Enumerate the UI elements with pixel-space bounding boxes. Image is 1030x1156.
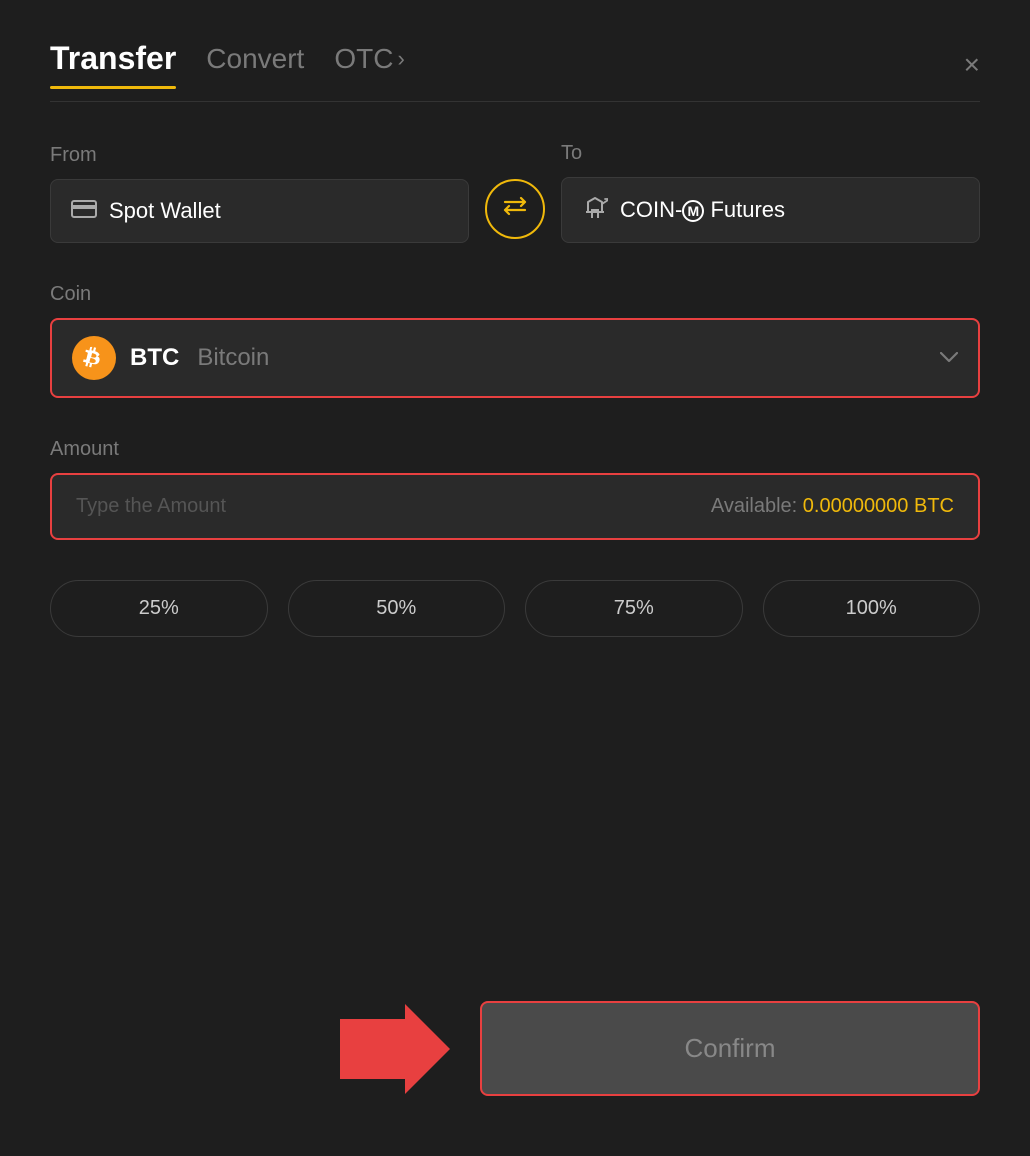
amount-input-box[interactable]: Type the Amount Available: 0.00000000 BT… [50, 473, 980, 540]
confirm-button[interactable]: Confirm [480, 1001, 980, 1096]
amount-label: Amount [50, 438, 119, 460]
amount-placeholder: Type the Amount [76, 495, 226, 518]
coin-select-dropdown[interactable]: BTC Bitcoin [50, 318, 980, 398]
bottom-area: Confirm [50, 1001, 980, 1096]
amount-section: Amount Type the Amount Available: 0.0000… [50, 438, 980, 540]
from-block: From Spot Wallet [50, 144, 469, 243]
to-wallet-name: COIN-M Futures [620, 197, 785, 223]
percent-50-button[interactable]: 50% [288, 580, 506, 637]
coin-label: Coin [50, 283, 91, 305]
futures-icon [582, 196, 608, 224]
coin-symbol: BTC [130, 344, 179, 372]
from-to-section: From Spot Wallet To [50, 142, 980, 243]
percent-25-button[interactable]: 25% [50, 580, 268, 637]
to-block: To COIN-M Futures [561, 142, 980, 243]
from-label: From [50, 144, 469, 167]
chevron-right-icon: › [397, 46, 404, 72]
btc-icon [72, 336, 116, 380]
chevron-down-icon [940, 348, 958, 369]
available-value: 0.00000000 BTC [803, 495, 954, 517]
wallet-card-icon [71, 198, 97, 224]
transfer-modal: Transfer Convert OTC › × From Spot Walle… [0, 0, 1030, 1156]
coin-section: Coin BTC Bitcoin [50, 283, 980, 398]
header-divider [50, 101, 980, 102]
tab-convert[interactable]: Convert [206, 43, 304, 87]
from-wallet-name: Spot Wallet [109, 198, 221, 224]
header-tabs: Transfer Convert OTC › × [50, 40, 980, 89]
tab-transfer[interactable]: Transfer [50, 40, 176, 89]
percent-75-button[interactable]: 75% [525, 580, 743, 637]
swap-button[interactable] [485, 179, 545, 239]
percent-row: 25% 50% 75% 100% [50, 580, 980, 637]
from-wallet-select[interactable]: Spot Wallet [50, 179, 469, 243]
tab-otc[interactable]: OTC › [334, 43, 404, 87]
to-wallet-select[interactable]: COIN-M Futures [561, 177, 980, 243]
arrow-svg [340, 1004, 450, 1094]
arrow-indicator [340, 1004, 450, 1094]
swap-icon [501, 195, 529, 224]
to-label: To [561, 142, 980, 165]
close-button[interactable]: × [964, 51, 980, 79]
coin-fullname: Bitcoin [197, 344, 269, 372]
available-text: Available: 0.00000000 BTC [711, 495, 954, 518]
percent-100-button[interactable]: 100% [763, 580, 981, 637]
